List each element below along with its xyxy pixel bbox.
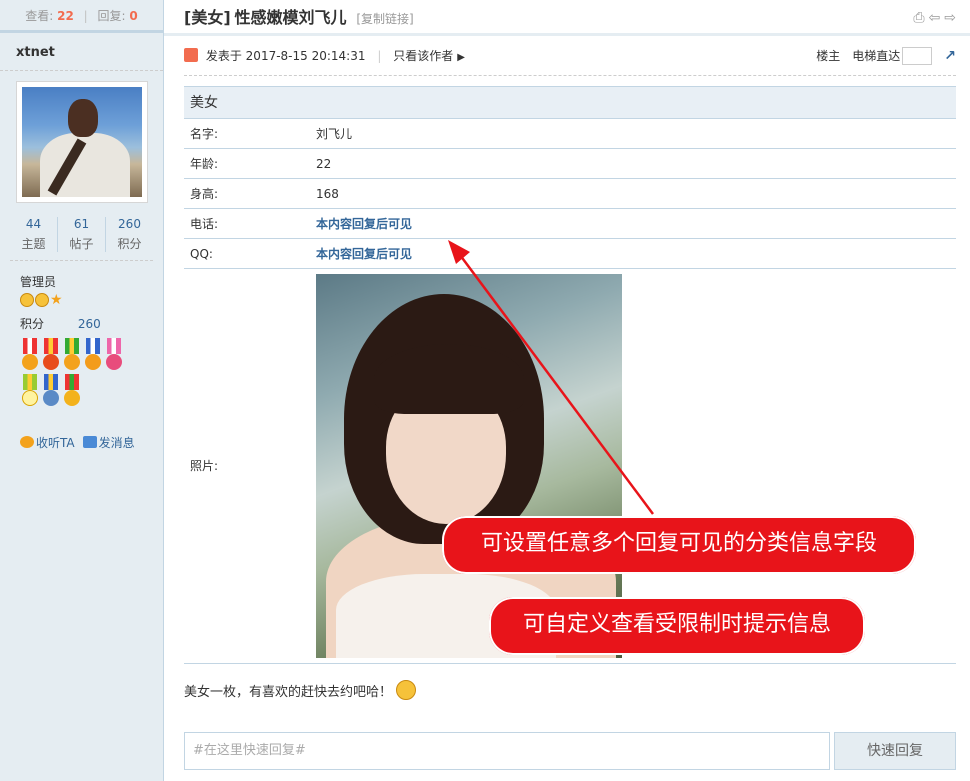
- only-author-link[interactable]: 只看该作者: [393, 49, 453, 63]
- copy-link-button[interactable]: [复制链接]: [356, 12, 413, 26]
- info-value: 22: [316, 157, 332, 171]
- rank-icons: ★: [20, 293, 163, 307]
- stat-threads[interactable]: 44 主题: [10, 217, 58, 252]
- quick-reply-button[interactable]: 快速回复: [834, 732, 956, 770]
- avatar-image: [22, 87, 142, 197]
- stat-credits[interactable]: 260 积分: [106, 217, 153, 252]
- medal-icon[interactable]: [41, 374, 61, 408]
- credits-row: 积分 260: [20, 315, 163, 332]
- info-key: QQ:: [190, 247, 213, 261]
- medal-icon[interactable]: [62, 374, 82, 408]
- follow-label: 收听TA: [36, 436, 75, 450]
- page-title: 性感嫩模刘飞儿: [234, 8, 347, 27]
- message-label: 发消息: [98, 436, 135, 450]
- info-row-qq: QQ: 本内容回复后可见: [184, 239, 956, 269]
- medal-icon[interactable]: [83, 338, 103, 372]
- info-key: 身高:: [190, 187, 219, 201]
- post-main: [美女] 性感嫩模刘飞儿 [复制链接] ⎙ ⇦ ⇨ 发表于 2017-8-15 …: [164, 0, 970, 781]
- quick-reply-bar: #在这里快速回复# 快速回复: [184, 732, 956, 770]
- thread-title-bar: [美女] 性感嫩模刘飞儿 [复制链接] ⎙ ⇦ ⇨: [164, 0, 970, 36]
- next-thread-icon[interactable]: ⇨: [944, 0, 956, 36]
- author-name[interactable]: xtnet: [0, 33, 163, 71]
- message-link[interactable]: 发消息: [82, 434, 135, 451]
- info-key: 电话:: [190, 217, 219, 231]
- info-value: 168: [316, 187, 339, 201]
- floor-nav: 楼主 电梯直达 ↗: [816, 36, 956, 76]
- medal-icon[interactable]: [104, 338, 124, 372]
- hidden-content-notice: 本内容回复后可见: [316, 247, 413, 261]
- info-row-height: 身高: 168: [184, 179, 956, 209]
- info-category-header: 美女: [184, 87, 956, 119]
- replies-count: 0: [129, 9, 138, 23]
- stat-label: 主题: [21, 237, 46, 251]
- avatar[interactable]: [16, 81, 148, 203]
- medal-icon[interactable]: [20, 374, 40, 408]
- views-count: 22: [57, 9, 74, 23]
- stat-value: 44: [25, 217, 42, 231]
- author-sidebar: 查看: 22 | 回复: 0 xtnet 44 主题 61 帖子 260 积分 …: [0, 0, 164, 781]
- author-actions: 收听TA 发消息: [20, 434, 163, 451]
- stat-label: 积分: [117, 237, 142, 251]
- hidden-content-notice: 本内容回复后可见: [316, 217, 413, 231]
- follow-icon: [20, 436, 34, 448]
- smiley-icon: [35, 293, 49, 307]
- info-row-age: 年龄: 22: [184, 149, 956, 179]
- post-text: 美女一枚，有喜欢的赶快去约吧哈！: [184, 685, 393, 700]
- user-role[interactable]: 管理员: [20, 273, 163, 290]
- info-value: 刘飞儿: [316, 127, 353, 141]
- info-key: 年龄:: [190, 157, 219, 171]
- post-meta: 发表于 2017-8-15 20:14:31 | 只看该作者 ▶ 楼主 电梯直达 …: [184, 36, 956, 76]
- floor-label: 楼主: [816, 49, 841, 63]
- posted-prefix: 发表于: [205, 49, 242, 63]
- quick-reply-input[interactable]: #在这里快速回复#: [184, 732, 830, 770]
- credits-value: 260: [77, 317, 101, 331]
- medal-icon[interactable]: [41, 338, 61, 372]
- author-stats: 44 主题 61 帖子 260 积分: [10, 217, 153, 261]
- post-body: 美女一枚，有喜欢的赶快去约吧哈！: [184, 680, 970, 710]
- replies-label: 回复:: [97, 9, 126, 23]
- smiley-icon: [20, 293, 34, 307]
- info-key: 照片:: [190, 459, 219, 473]
- floor-jump-input[interactable]: [902, 47, 933, 65]
- posted-at: 2017-8-15 20:14:31: [245, 49, 366, 63]
- jump-label: 电梯直达: [852, 49, 901, 63]
- follow-link[interactable]: 收听TA: [20, 434, 75, 451]
- stat-posts[interactable]: 61 帖子: [58, 217, 106, 252]
- info-key: 名字:: [190, 127, 219, 141]
- medals: [20, 338, 144, 408]
- annotation-callout: 可自定义查看受限制时提示信息: [489, 597, 865, 655]
- user-icon: [184, 48, 198, 62]
- stat-value: 260: [118, 217, 141, 231]
- views-label: 查看:: [25, 9, 54, 23]
- stat-label: 帖子: [69, 237, 94, 251]
- medal-icon[interactable]: [62, 338, 82, 372]
- star-icon: ★: [50, 292, 63, 308]
- triangle-right-icon: ▶: [457, 52, 465, 63]
- print-icon[interactable]: ⎙: [913, 0, 924, 36]
- credits-label: 积分: [20, 317, 45, 331]
- stat-value: 61: [73, 217, 90, 231]
- thread-stats: 查看: 22 | 回复: 0: [0, 0, 163, 33]
- info-row-name: 名字: 刘飞儿: [184, 119, 956, 149]
- mail-icon: [82, 436, 97, 448]
- annotation-callout: 可设置任意多个回复可见的分类信息字段: [442, 516, 916, 574]
- category-info-table: 美女 名字: 刘飞儿 年龄: 22 身高: 168 电话: 本内容回复后可见 Q…: [184, 86, 956, 664]
- grin-emoji-icon: [396, 680, 417, 700]
- thread-category-tag[interactable]: [美女]: [184, 8, 231, 27]
- title-actions: ⎙ ⇦ ⇨: [913, 0, 956, 36]
- medal-icon[interactable]: [20, 338, 40, 372]
- jump-go-icon[interactable]: ↗: [944, 36, 956, 76]
- prev-thread-icon[interactable]: ⇦: [929, 0, 941, 36]
- info-row-phone: 电话: 本内容回复后可见: [184, 209, 956, 239]
